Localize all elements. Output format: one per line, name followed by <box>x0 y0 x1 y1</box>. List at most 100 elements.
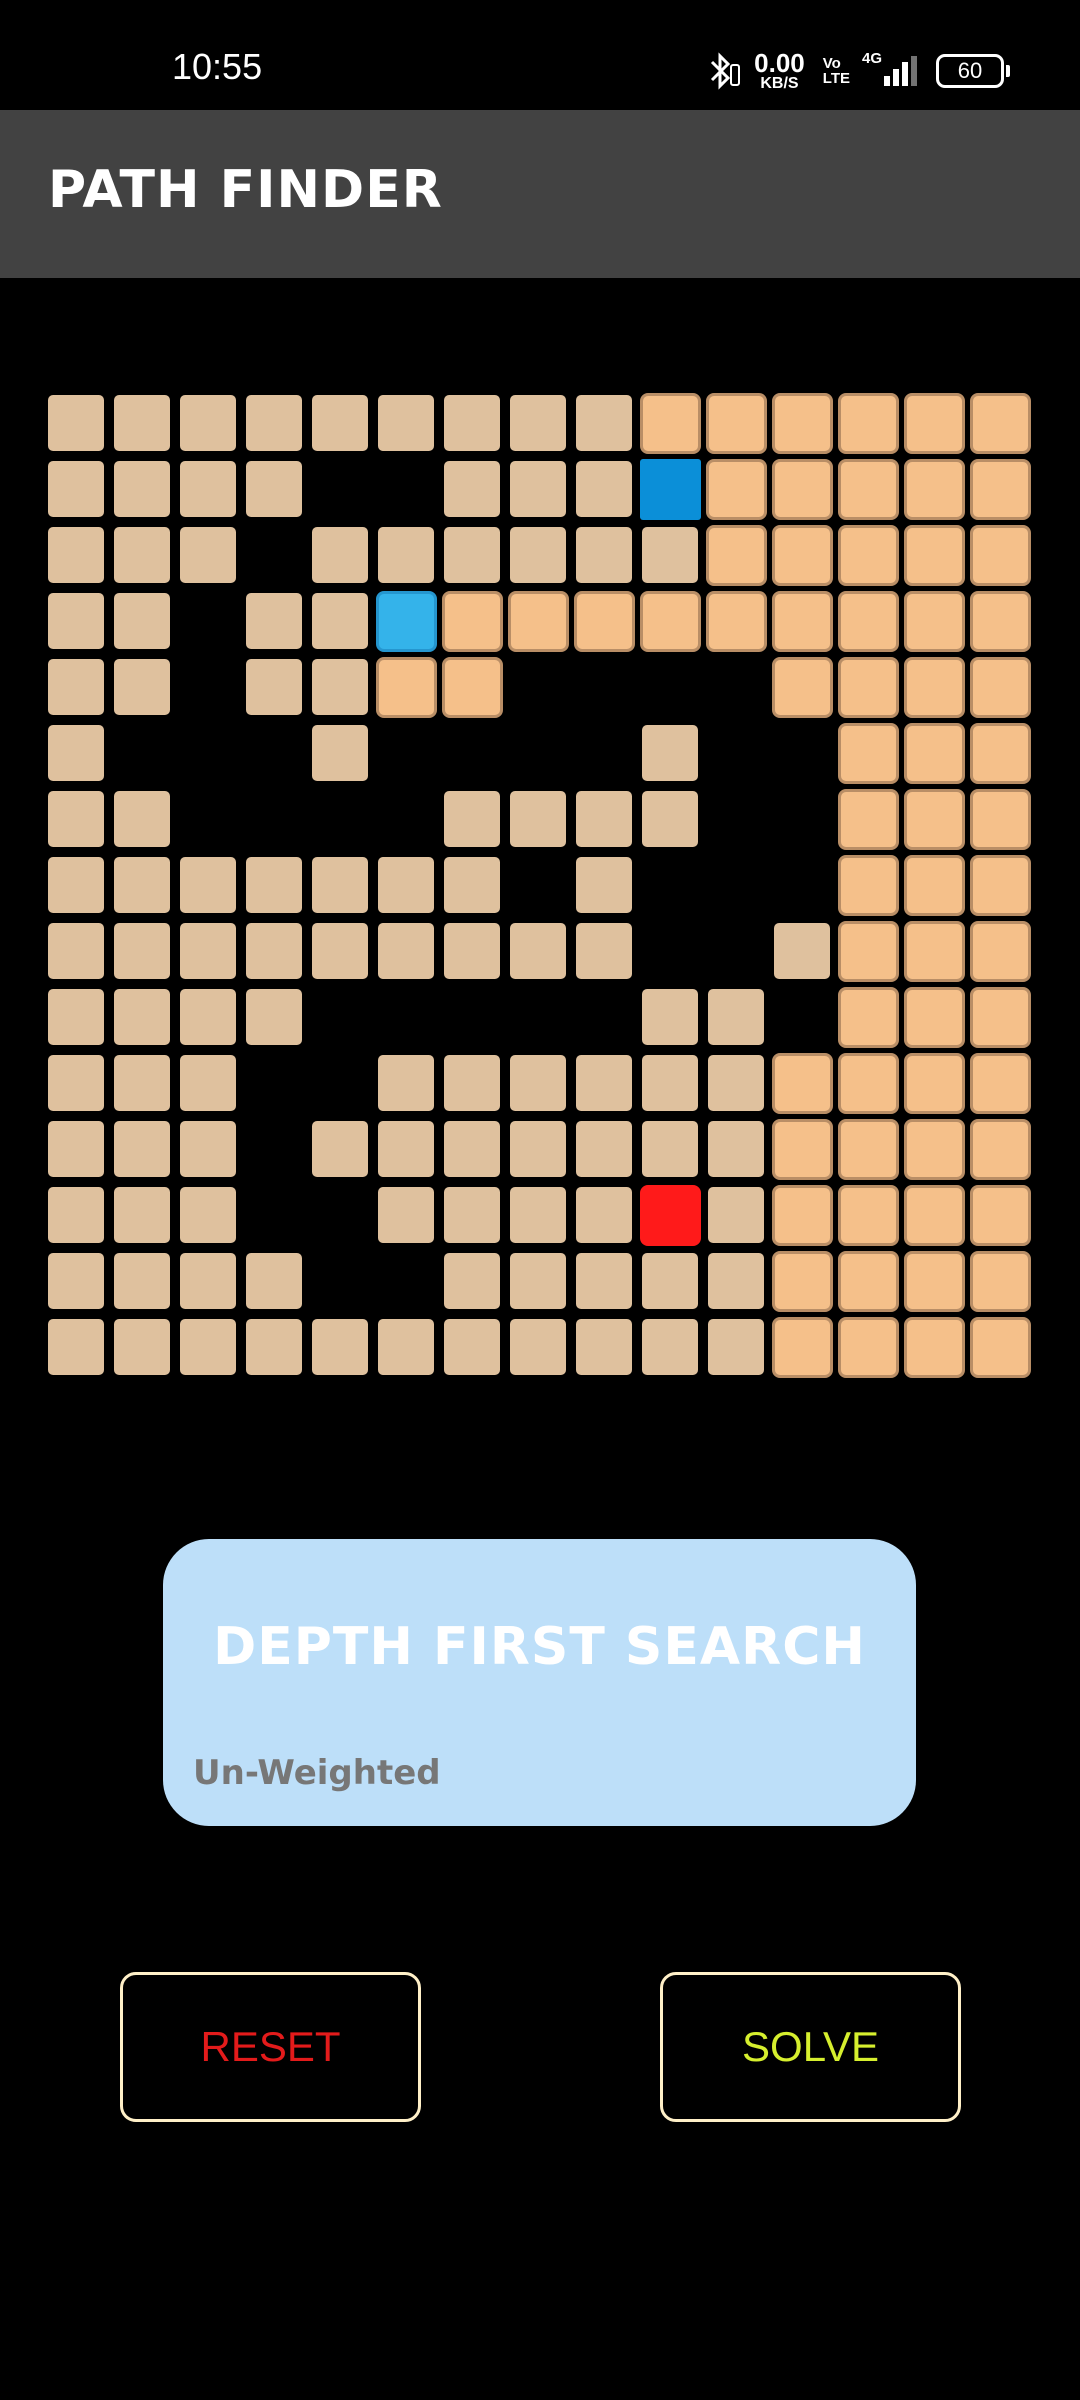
grid-cell-open[interactable] <box>246 989 302 1045</box>
grid-cell-open[interactable] <box>246 461 302 517</box>
algorithm-selector-card[interactable]: DEPTH FIRST SEARCH Un-Weighted <box>163 1539 916 1826</box>
grid-cell-open[interactable] <box>312 725 368 781</box>
grid-cell-open[interactable] <box>378 857 434 913</box>
grid-cell-open[interactable] <box>378 1121 434 1177</box>
grid-cell-visited[interactable] <box>970 1251 1031 1312</box>
grid-cell-open[interactable] <box>510 461 566 517</box>
grid-cell-open[interactable] <box>576 1319 632 1375</box>
grid-cell-visited[interactable] <box>772 591 833 652</box>
grid-cell-visited[interactable] <box>772 459 833 520</box>
grid-cell-visited[interactable] <box>772 657 833 718</box>
grid-cell-open[interactable] <box>246 659 302 715</box>
grid-cell-visited[interactable] <box>904 525 965 586</box>
grid-cell-open[interactable] <box>246 923 302 979</box>
grid-cell-visited[interactable] <box>970 393 1031 454</box>
grid-cell-open[interactable] <box>114 1121 170 1177</box>
grid-cell-visited[interactable] <box>574 591 635 652</box>
grid-cell-open[interactable] <box>510 923 566 979</box>
grid-cell-open[interactable] <box>246 1319 302 1375</box>
grid-cell-open[interactable] <box>312 659 368 715</box>
grid-cell-open[interactable] <box>444 527 500 583</box>
grid-cell-open[interactable] <box>510 1055 566 1111</box>
grid-cell-open[interactable] <box>48 1319 104 1375</box>
grid-cell-open[interactable] <box>48 461 104 517</box>
grid-cell-visited[interactable] <box>970 921 1031 982</box>
grid-cell-open[interactable] <box>510 1121 566 1177</box>
grid-cell-open[interactable] <box>642 1121 698 1177</box>
grid-cell-open[interactable] <box>576 461 632 517</box>
grid-cell-open[interactable] <box>510 1253 566 1309</box>
grid-cell-open[interactable] <box>708 1187 764 1243</box>
grid-cell-visited[interactable] <box>772 1119 833 1180</box>
grid-cell-visited[interactable] <box>904 459 965 520</box>
grid-cell-open[interactable] <box>444 857 500 913</box>
grid-cell-visited[interactable] <box>838 591 899 652</box>
grid-cell-open[interactable] <box>312 527 368 583</box>
grid-cell-open[interactable] <box>378 1187 434 1243</box>
grid-cell-open[interactable] <box>378 395 434 451</box>
grid-cell-open[interactable] <box>180 1187 236 1243</box>
grid-cell-open[interactable] <box>642 1319 698 1375</box>
grid-cell-open[interactable] <box>576 1121 632 1177</box>
grid-cell-open[interactable] <box>180 857 236 913</box>
grid-cell-open[interactable] <box>180 527 236 583</box>
grid-cell-visited[interactable] <box>970 987 1031 1048</box>
grid-cell-open[interactable] <box>180 1319 236 1375</box>
grid-cell-open[interactable] <box>312 395 368 451</box>
grid-cell-open[interactable] <box>444 1253 500 1309</box>
grid-cell-visited[interactable] <box>838 1185 899 1246</box>
grid-cell-visited[interactable] <box>970 1119 1031 1180</box>
grid-cell-visited[interactable] <box>640 591 701 652</box>
grid-cell-visited[interactable] <box>970 525 1031 586</box>
grid-cell-visited[interactable] <box>904 1185 965 1246</box>
grid-cell-visited[interactable] <box>970 789 1031 850</box>
grid-cell-open[interactable] <box>114 1055 170 1111</box>
grid-cell-open[interactable] <box>708 1253 764 1309</box>
grid-cell-visited[interactable] <box>772 1317 833 1378</box>
grid-cell-open[interactable] <box>576 923 632 979</box>
grid-cell-visited[interactable] <box>904 921 965 982</box>
grid-cell-open[interactable] <box>444 1055 500 1111</box>
grid-cell-open[interactable] <box>444 791 500 847</box>
grid-cell-visited[interactable] <box>640 393 701 454</box>
grid-cell-open[interactable] <box>312 1121 368 1177</box>
grid-cell-open[interactable] <box>576 527 632 583</box>
grid-cell-open[interactable] <box>444 1121 500 1177</box>
grid-cell-open[interactable] <box>312 593 368 649</box>
grid-cell-open[interactable] <box>180 1055 236 1111</box>
grid-cell-open[interactable] <box>708 1121 764 1177</box>
grid-cell-visited[interactable] <box>706 525 767 586</box>
grid-cell-open[interactable] <box>312 857 368 913</box>
grid-cell-open[interactable] <box>48 857 104 913</box>
grid-cell-visited[interactable] <box>904 987 965 1048</box>
grid-cell-visited[interactable] <box>904 723 965 784</box>
grid-cell-visited[interactable] <box>838 723 899 784</box>
grid-cell-open[interactable] <box>312 923 368 979</box>
grid-cell-open[interactable] <box>180 395 236 451</box>
grid-cell-open[interactable] <box>48 527 104 583</box>
grid-cell-visited[interactable] <box>838 393 899 454</box>
grid-cell-visited[interactable] <box>442 591 503 652</box>
grid-cell-open[interactable] <box>48 659 104 715</box>
grid-cell-open[interactable] <box>246 593 302 649</box>
grid-cell-open[interactable] <box>180 1121 236 1177</box>
grid-cell-open[interactable] <box>312 1319 368 1375</box>
grid-cell-open[interactable] <box>48 593 104 649</box>
grid-cell-open[interactable] <box>48 395 104 451</box>
grid-cell-open[interactable] <box>576 1253 632 1309</box>
grid-cell-visited[interactable] <box>838 525 899 586</box>
grid-cell-open[interactable] <box>114 395 170 451</box>
grid-cell-visited[interactable] <box>772 1251 833 1312</box>
grid-cell-visited[interactable] <box>838 855 899 916</box>
grid-cell-visited[interactable] <box>970 1053 1031 1114</box>
grid-cell-open[interactable] <box>444 923 500 979</box>
grid-cell-open[interactable] <box>576 791 632 847</box>
grid-cell-visited[interactable] <box>970 459 1031 520</box>
grid-cell-open[interactable] <box>642 1055 698 1111</box>
grid-cell-open[interactable] <box>510 527 566 583</box>
grid-cell-visited[interactable] <box>508 591 569 652</box>
grid-cell-open[interactable] <box>642 1253 698 1309</box>
grid-cell-open[interactable] <box>642 725 698 781</box>
grid-cell-open[interactable] <box>114 1253 170 1309</box>
grid-cell-visited[interactable] <box>904 1119 965 1180</box>
